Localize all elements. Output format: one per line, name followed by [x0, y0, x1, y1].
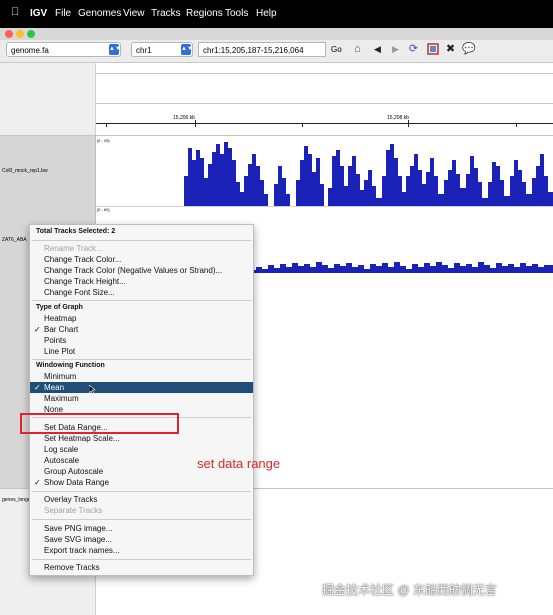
menu-file[interactable]: File — [55, 8, 71, 19]
menu-item-points[interactable]: Points — [30, 335, 253, 346]
popup-info-icon[interactable]: 💬 — [462, 43, 476, 56]
ruler-tick — [195, 120, 196, 127]
locus-input[interactable]: chr1:15,205,187-15,216,064 — [198, 42, 326, 57]
roi-icon[interactable] — [426, 43, 439, 56]
menu-item-change-track-color[interactable]: Change Track Color... — [30, 254, 253, 265]
forward-icon[interactable]: ▶ — [389, 43, 402, 56]
menu-item-export-track-names[interactable]: Export track names... — [30, 545, 253, 556]
menu-item-save-png[interactable]: Save PNG image... — [30, 523, 253, 534]
menu-separator — [32, 491, 251, 492]
windowing-function-header: Windowing Function — [36, 362, 105, 369]
menu-help[interactable]: Help — [256, 8, 277, 19]
ruler-panel: 15,206 kb 15,208 kb — [96, 63, 553, 135]
menu-separator — [32, 359, 251, 360]
track-name-genes[interactable]: genes_longe — [2, 497, 31, 503]
menu-item-rename-track: Rename Track... — [44, 244, 103, 253]
menu-item-save-svg[interactable]: Save SVG image... — [30, 534, 253, 545]
menu-separator — [32, 519, 251, 520]
ruler-axis — [96, 123, 553, 124]
refresh-icon[interactable]: ⟳ — [407, 43, 420, 56]
track-context-menu: Total Tracks Selected: 2 Rename Track...… — [29, 224, 254, 576]
checkmark-icon: ✓ — [34, 383, 41, 392]
menu-item-bar-chart[interactable]: ✓ Bar Chart — [30, 324, 253, 335]
menu-separator — [32, 300, 251, 301]
menu-tracks[interactable]: Tracks — [151, 8, 181, 19]
mac-menubar:  IGV File Genomes View Tracks Regions T… — [0, 0, 553, 28]
ruler-divider — [96, 103, 553, 104]
chromosome-value: chr1 — [136, 46, 152, 55]
highlight-box — [20, 413, 179, 434]
menu-item-maximum[interactable]: Maximum — [30, 393, 253, 404]
menu-item-separate-tracks: Separate Tracks — [44, 506, 103, 515]
menu-item-set-heatmap-scale[interactable]: Set Heatmap Scale... — [30, 433, 253, 444]
ruler-tick-label: 15,208 kb — [387, 115, 409, 121]
menu-item-overlay-tracks[interactable]: Overlay Tracks — [30, 494, 253, 505]
menu-item-change-track-height[interactable]: Change Track Height... — [30, 276, 253, 287]
go-button[interactable]: Go — [331, 45, 342, 54]
igv-toolbar: genome.fa ▲▼ chr1 ▲▼ chr1:15,205,187-15,… — [0, 40, 553, 63]
graph-type-header: Type of Graph — [36, 304, 83, 311]
cytoband-line — [96, 73, 553, 74]
resize-icon[interactable]: ✖ — [444, 43, 457, 56]
menu-item-change-font-size[interactable]: Change Font Size... — [30, 287, 253, 298]
chromosome-dropdown-icon: ▲▼ — [181, 44, 192, 55]
menu-item-log-scale[interactable]: Log scale — [30, 444, 253, 455]
menu-item-mean[interactable]: ✓ Mean — [30, 382, 253, 395]
menu-genomes[interactable]: Genomes — [78, 8, 121, 19]
genome-dropdown-icon: ▲▼ — [109, 44, 120, 55]
menu-item-minimum[interactable]: Minimum — [30, 371, 253, 382]
back-icon[interactable]: ◀ — [371, 43, 384, 56]
ruler-tick — [408, 120, 409, 127]
menu-igv[interactable]: IGV — [30, 8, 47, 19]
col0-coverage-bars — [184, 142, 553, 206]
ruler-tick — [516, 124, 517, 127]
menu-separator — [32, 240, 251, 241]
annotation-label: set data range — [197, 456, 281, 471]
ruler-tick — [106, 124, 107, 127]
menu-item-remove-tracks[interactable]: Remove Tracks — [30, 562, 253, 573]
watermark-text: 掘金技术社区 @ 东船西舫惆无言 — [322, 583, 497, 597]
ruler-name-panel — [0, 63, 96, 135]
ruler-tick-label: 15,206 kb — [173, 115, 195, 121]
home-icon[interactable]: ⌂ — [351, 43, 364, 56]
menu-item-heatmap[interactable]: Heatmap — [30, 313, 253, 324]
menu-regions[interactable]: Regions — [186, 8, 223, 19]
menu-title: Total Tracks Selected: 2 — [36, 228, 116, 235]
menu-item-line-plot[interactable]: Line Plot — [30, 346, 253, 357]
track-name-zat6[interactable]: ZAT6_ABA — [2, 237, 27, 243]
checkmark-icon: ✓ — [34, 325, 41, 334]
menu-item-show-data-range[interactable]: ✓ Show Data Range — [30, 477, 253, 488]
track-data-range: [0 - 60] — [97, 207, 110, 212]
genome-value: genome.fa — [11, 46, 49, 55]
genome-select[interactable]: genome.fa ▲▼ — [6, 42, 121, 57]
zoom-window-button[interactable] — [27, 30, 35, 38]
locus-value: chr1:15,205,187-15,216,064 — [203, 46, 304, 55]
chromosome-select[interactable]: chr1 ▲▼ — [131, 42, 193, 57]
apple-icon[interactable]:  — [11, 6, 19, 18]
ruler-tick — [302, 124, 303, 127]
menu-separator — [32, 559, 251, 560]
minimize-window-button[interactable] — [16, 30, 24, 38]
zat6-coverage-bars — [250, 262, 553, 273]
menu-tools[interactable]: Tools — [225, 8, 248, 19]
menu-view[interactable]: View — [123, 8, 145, 19]
menu-item-change-negative-color[interactable]: Change Track Color (Negative Values or S… — [30, 265, 253, 276]
checkmark-icon: ✓ — [34, 478, 41, 487]
close-window-button[interactable] — [5, 30, 13, 38]
track-name-col0[interactable]: Col0_mock_rep1.bw — [2, 168, 48, 174]
